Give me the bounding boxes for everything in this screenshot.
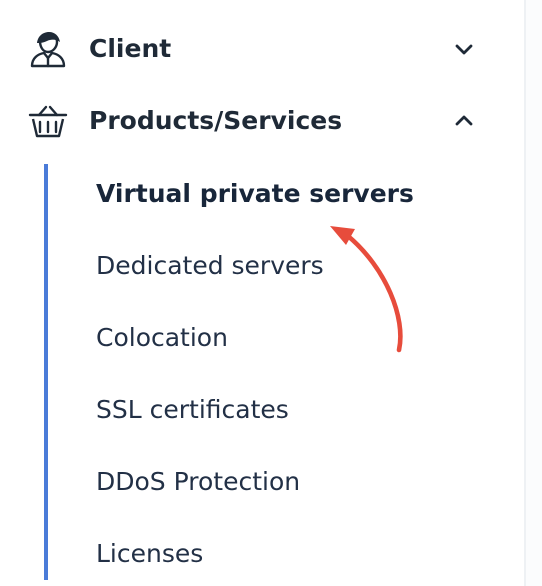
submenu-item-ddos-protection[interactable]: DDoS Protection [96,464,300,500]
basket-icon [28,105,68,138]
annotation-arrow-icon [330,226,403,353]
menu-item-products-services[interactable]: Products/Services [0,91,524,151]
menu-item-client-label: Client [89,34,172,63]
menu-item-products-services-label: Products/Services [89,106,343,135]
right-gutter [526,0,542,586]
submenu-item-colocation[interactable]: Colocation [96,320,228,356]
submenu-item-dedicated-servers[interactable]: Dedicated servers [96,248,324,284]
menu-item-client[interactable]: Client [0,19,524,79]
chevron-down-icon[interactable] [452,37,476,61]
user-icon [30,32,66,68]
submenu-item-licenses[interactable]: Licenses [96,536,203,572]
submenu-item-virtual-private-servers[interactable]: Virtual private servers [96,176,414,212]
chevron-up-icon[interactable] [452,109,476,133]
submenu-active-indicator [44,164,48,580]
submenu-item-ssl-certificates[interactable]: SSL certificates [96,392,289,428]
